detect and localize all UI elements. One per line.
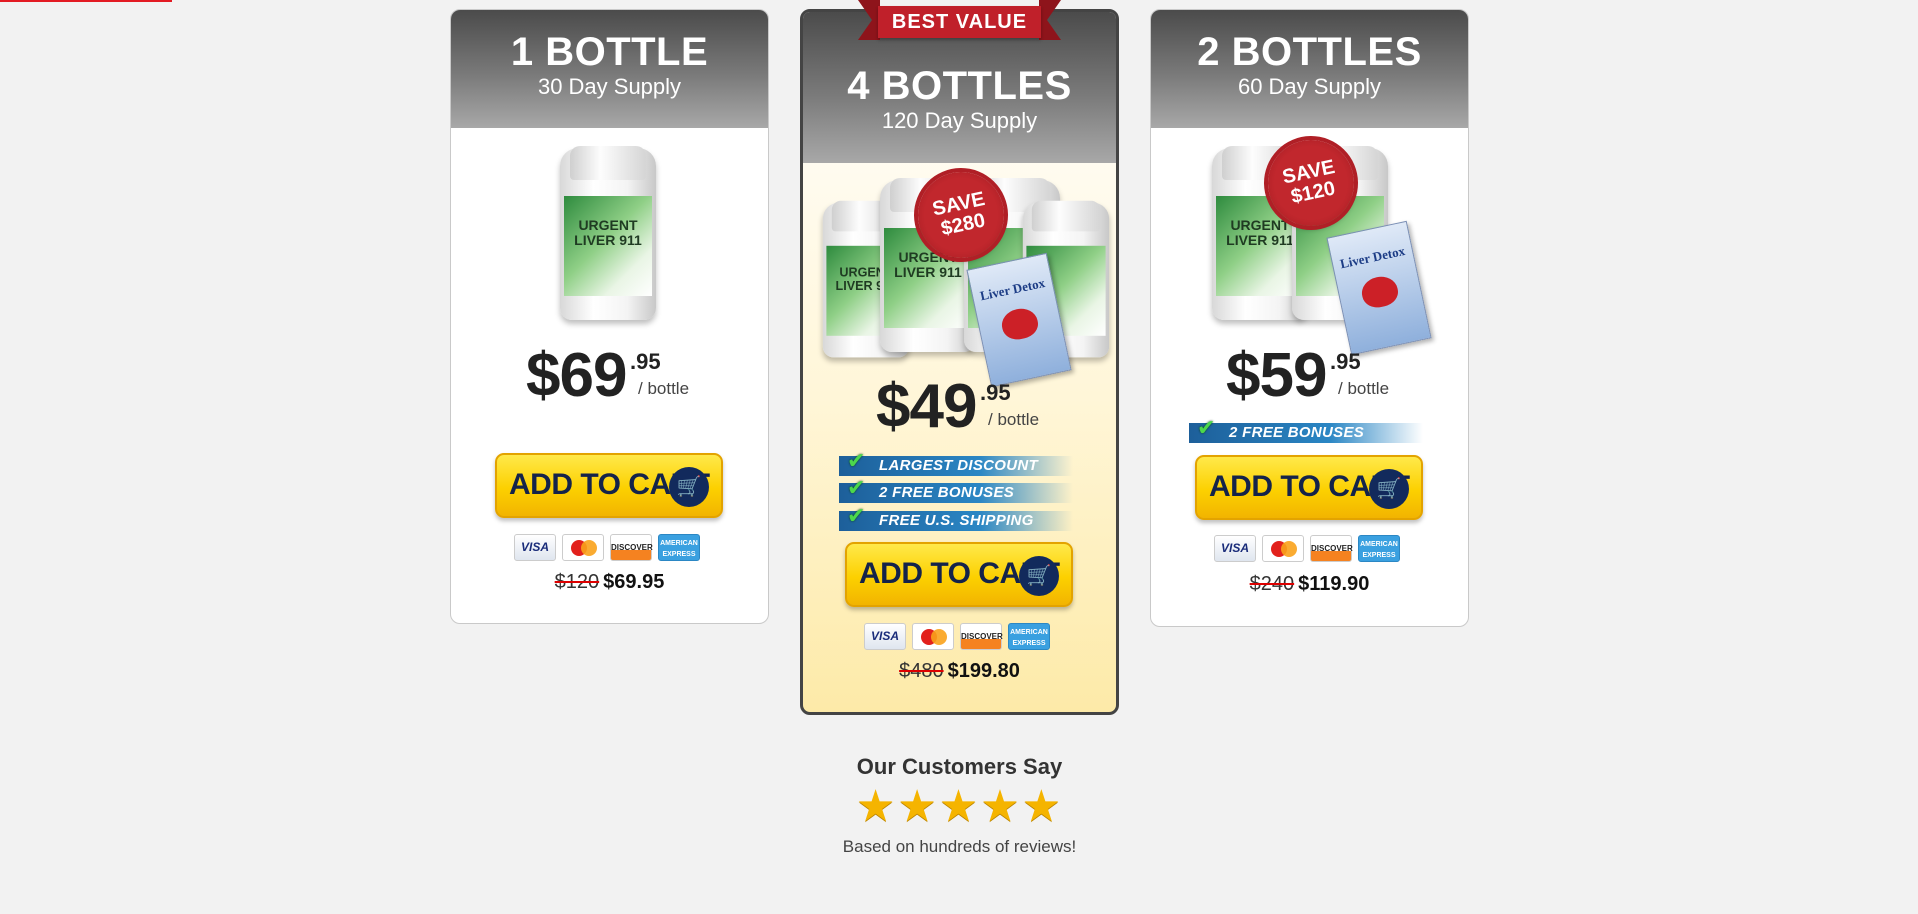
add-to-cart-button-2-bottles[interactable]: ADD TO CART 🛒 <box>1195 455 1423 520</box>
sale-price: $69.95 <box>603 571 665 593</box>
plan-supply: 30 Day Supply <box>537 74 682 99</box>
add-to-cart-button-1-bottle[interactable]: ADD TO CART 🛒 <box>495 453 723 518</box>
mastercard-icon <box>1262 535 1304 562</box>
visa-icon: VISA <box>864 623 906 650</box>
price-dollars: $59 <box>1226 341 1327 410</box>
bottle-image: URGENT LIVER 911 <box>560 146 656 320</box>
cart-icon: 🛒 <box>1019 556 1059 596</box>
payment-cards: VISA DISCOVER AMERICAN EXPRESS <box>1214 535 1400 562</box>
amex-icon: AMERICAN EXPRESS <box>658 534 700 561</box>
visa-icon: VISA <box>1214 535 1256 562</box>
cart-icon: 🛒 <box>669 467 709 507</box>
payment-cards: VISA DISCOVER AMERICAN EXPRESS <box>514 534 700 561</box>
check-icon: ✔ <box>847 475 866 500</box>
mastercard-icon <box>562 534 604 561</box>
plan-quantity: 4 BOTTLES <box>847 64 1072 108</box>
plan-header: 2 BOTTLES 60 Day Supply <box>1151 10 1468 128</box>
check-icon: ✔ <box>1197 415 1216 440</box>
plan-card-4-bottles: 4 BOTTLES 120 Day Supply <box>800 9 1119 715</box>
plan-supply: 60 Day Supply <box>1237 74 1382 99</box>
best-value-ribbon: BEST VALUE <box>858 0 1061 44</box>
discover-icon: DISCOVER <box>1310 535 1353 562</box>
plan-quantity: 1 BOTTLE <box>510 30 709 74</box>
perk-free-shipping: ✔ FREE U.S. SHIPPING <box>839 505 1073 531</box>
price-dollars: $69 <box>526 341 627 410</box>
total-price-2-bottles: $240 $119.90 <box>1150 573 1469 596</box>
star-rating-icon: ★★★★★ <box>855 782 1064 831</box>
mastercard-icon <box>912 623 954 650</box>
total-price-4-bottles: $480 $199.80 <box>800 660 1119 683</box>
price-dollars: $49 <box>876 372 977 441</box>
plan-supply: 120 Day Supply <box>881 108 1038 133</box>
price-1-bottle: $69 .95 / bottle <box>526 345 689 407</box>
discover-icon: DISCOVER <box>960 623 1003 650</box>
price-per-unit: / bottle <box>1338 379 1390 398</box>
sale-price: $199.80 <box>947 660 1020 682</box>
reviews-subtitle: Based on hundreds of reviews! <box>842 837 1077 856</box>
payment-cards: VISA DISCOVER AMERICAN EXPRESS <box>864 623 1050 650</box>
original-price: $480 <box>899 660 944 682</box>
total-price-1-bottle: $120 $69.95 <box>450 571 769 594</box>
price-4-bottles: $49 .95 / bottle <box>876 376 1039 438</box>
sale-price: $119.90 <box>1298 573 1370 595</box>
check-icon: ✔ <box>847 448 866 473</box>
plan-header: 1 BOTTLE 30 Day Supply <box>451 10 768 128</box>
price-2-bottles: $59 .95 / bottle <box>1226 345 1389 407</box>
top-accent-line <box>0 0 172 2</box>
original-price: $120 <box>554 571 600 593</box>
plan-quantity: 2 BOTTLES <box>1197 30 1422 74</box>
price-cents: .95 <box>1330 349 1361 374</box>
original-price: $240 <box>1249 573 1295 595</box>
add-to-cart-button-4-bottles[interactable]: ADD TO CART 🛒 <box>845 542 1073 607</box>
cart-icon: 🛒 <box>1369 469 1409 509</box>
reviews-title: Our Customers Say <box>856 754 1063 779</box>
perk-largest-discount: ✔ LARGEST DISCOUNT <box>839 450 1073 476</box>
price-per-unit: / bottle <box>988 410 1040 429</box>
price-cents: .95 <box>980 380 1011 405</box>
discover-icon: DISCOVER <box>610 534 653 561</box>
price-cents: .95 <box>630 349 661 374</box>
best-value-label: BEST VALUE <box>878 6 1041 38</box>
visa-icon: VISA <box>514 534 556 561</box>
price-per-unit: / bottle <box>638 379 690 398</box>
perk-free-bonuses: ✔ 2 FREE BONUSES <box>839 477 1073 503</box>
amex-icon: AMERICAN EXPRESS <box>1008 623 1050 650</box>
perk-free-bonuses: ✔ 2 FREE BONUSES <box>1189 417 1423 443</box>
check-icon: ✔ <box>847 503 866 528</box>
amex-icon: AMERICAN EXPRESS <box>1358 535 1400 562</box>
